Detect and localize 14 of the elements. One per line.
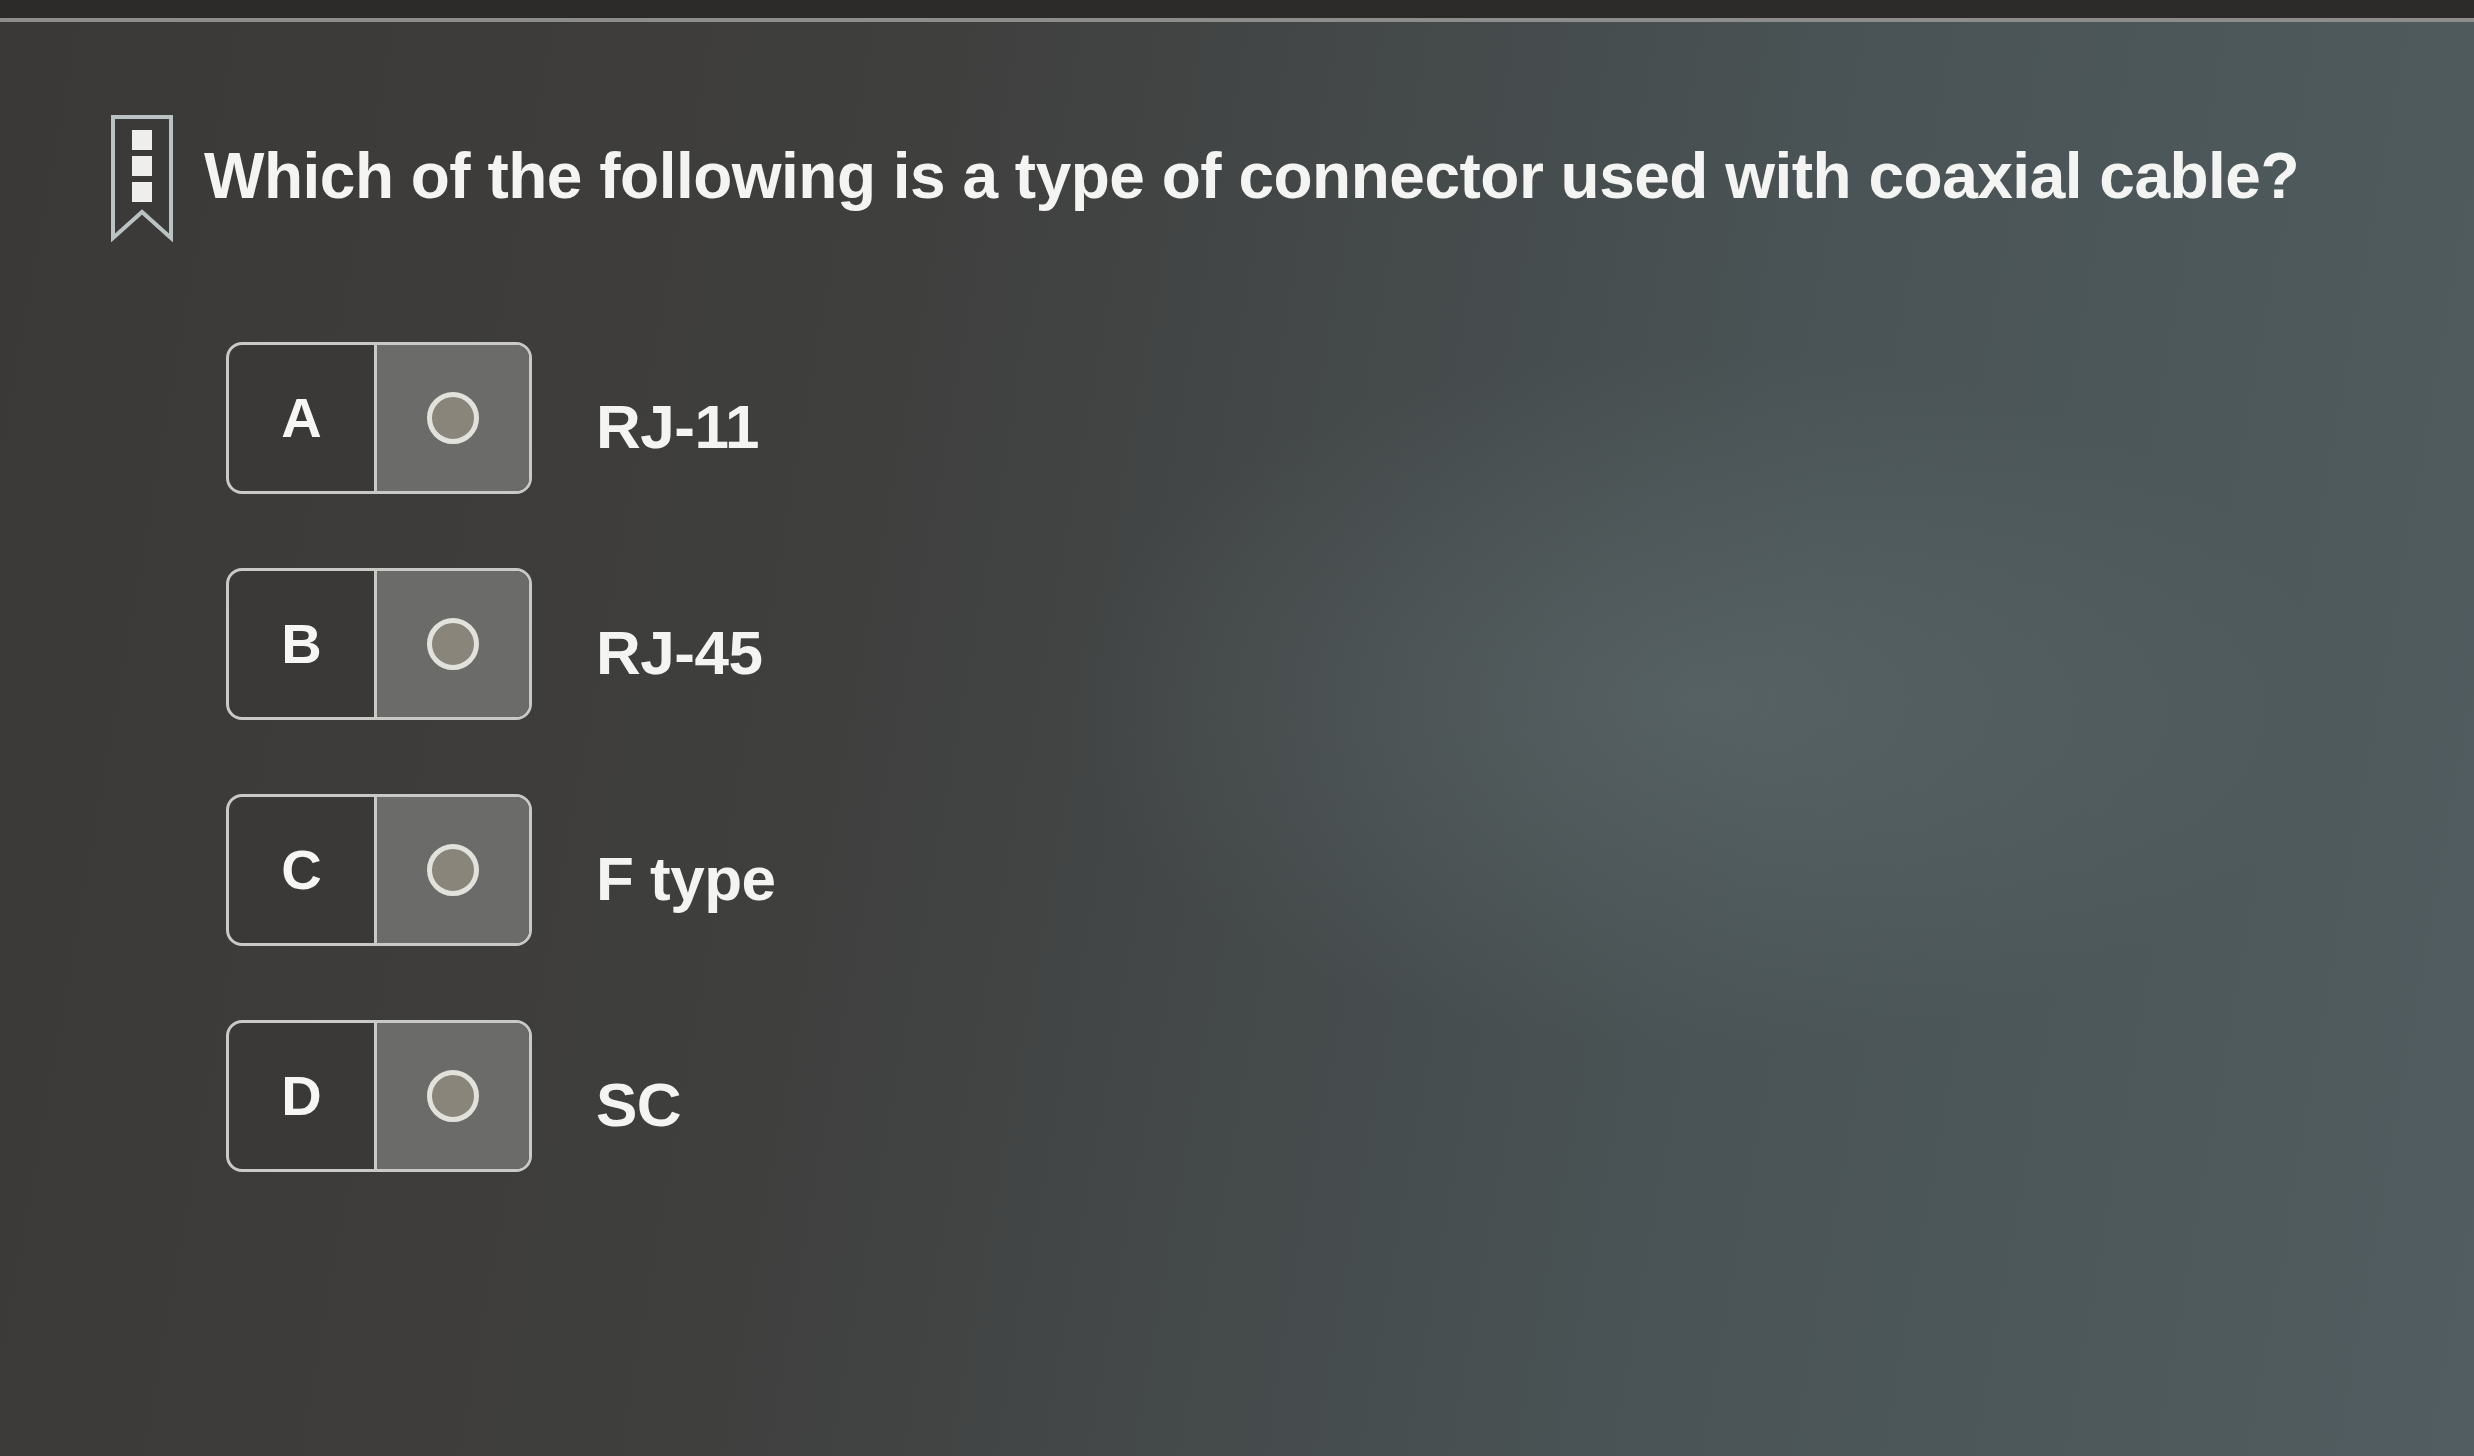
answer-choice-button[interactable]: A — [226, 342, 532, 494]
radio-icon[interactable] — [427, 1070, 479, 1122]
answer-choice-button[interactable]: B — [226, 568, 532, 720]
radio-icon[interactable] — [427, 392, 479, 444]
answer-text: RJ-11 — [596, 390, 759, 463]
question-text: Which of the following is a type of connector used with coaxial cable? — [204, 139, 2300, 214]
answer-choice-button[interactable]: D — [226, 1020, 532, 1172]
answer-choice-button[interactable]: C — [226, 794, 532, 946]
answer-text: RJ-45 — [596, 616, 763, 689]
answer-text: F type — [596, 842, 776, 915]
radio-icon[interactable] — [427, 844, 479, 896]
bookmark-icon[interactable] — [110, 114, 174, 242]
radio-icon[interactable] — [427, 618, 479, 670]
answer-text: SC — [596, 1068, 682, 1141]
